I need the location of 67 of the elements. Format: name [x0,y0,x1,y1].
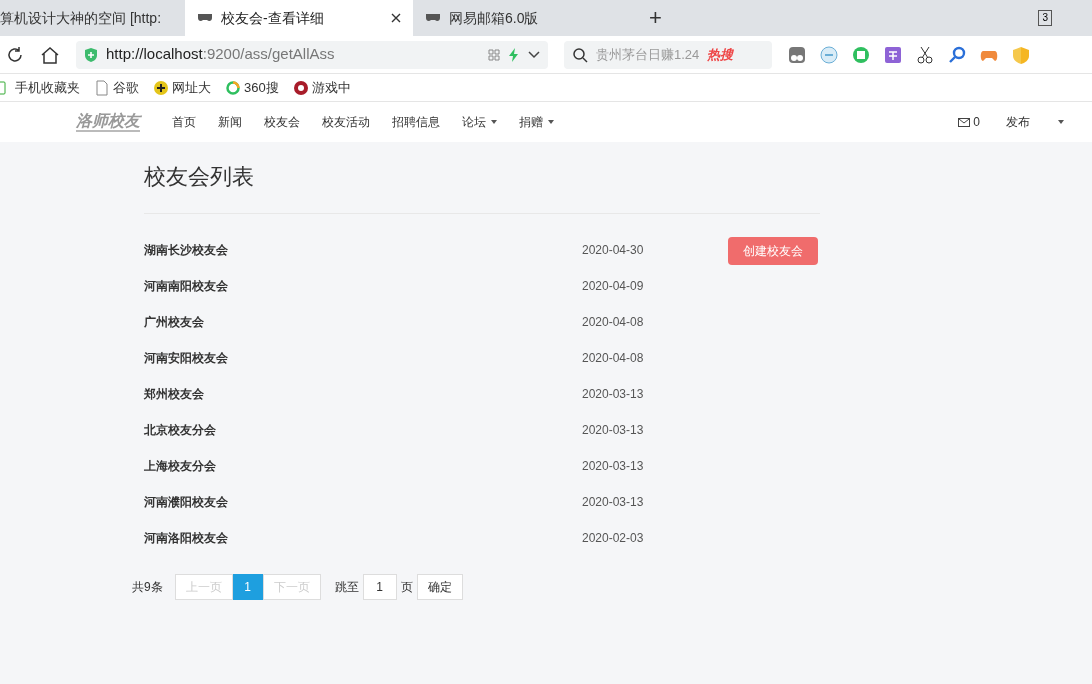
plus-circle-icon [153,79,169,96]
tab-title: 算机设计大神的空间 [http: [0,8,163,28]
nav-link[interactable]: 捐赠 [519,113,554,131]
date-text: 2020-03-13 [582,386,644,403]
nav-link[interactable]: 校友会 [264,113,300,131]
caret-icon [1058,120,1064,124]
association-name[interactable]: 河南安阳校友会 [144,349,582,367]
nav-link[interactable]: 校友活动 [322,113,370,131]
page-input[interactable]: 1 [362,574,397,600]
home-icon[interactable] [40,45,60,64]
association-name[interactable]: 河南洛阳校友会 [144,529,582,547]
chevron-down-icon[interactable] [528,50,540,59]
new-tab-button[interactable]: + [649,7,662,29]
page-icon [94,79,110,96]
nav-link[interactable]: 招聘信息 [392,113,440,131]
association-name[interactable]: 郑州校友会 [144,385,582,403]
date-text: 2020-02-03 [582,530,644,547]
minus-circle-icon[interactable] [820,45,838,64]
glasses-icon[interactable] [788,45,806,64]
nav-link[interactable]: 新闻 [218,113,242,131]
shield-icon [84,46,98,63]
date-text: 2020-03-13 [582,458,644,475]
bookmark-link[interactable]: 游戏中 [311,77,351,98]
reload-icon[interactable] [6,45,24,64]
nav-link[interactable]: 论坛 [462,113,497,131]
association-name[interactable]: 湖南长沙校友会 [144,241,582,259]
publish-menu[interactable]: 发布 [1006,113,1064,131]
total-count: 共9条 [132,579,163,596]
search-icon [572,46,588,63]
association-name[interactable]: 北京校友分会 [144,421,582,439]
address-bar[interactable]: http://localhost:9200/ass/getAllAss [76,40,548,69]
bookmark-link[interactable]: 谷歌 [113,77,139,98]
mail-icon[interactable] [958,117,971,127]
tab-count[interactable]: 3 [1038,10,1052,26]
bookmark-link[interactable]: 网址大 [172,77,211,98]
caret-icon [548,120,554,124]
ring-icon [225,79,241,96]
association-name[interactable]: 上海校友分会 [144,457,582,475]
date-text: 2020-04-09 [582,278,644,295]
browser-tab[interactable]: 校友会-查看详细 [185,0,413,36]
date-text: 2020-04-30 [582,242,644,259]
magnifier-icon[interactable] [948,45,966,64]
qr-icon[interactable] [488,48,500,61]
scissors-icon[interactable] [916,45,934,64]
caret-icon [491,120,497,124]
page-title: 校友会列表 [144,142,820,214]
bookmark-link[interactable]: 360搜 [244,77,279,98]
jump-label: 跳至 [334,579,359,596]
translate-icon[interactable] [884,45,902,64]
bookmark-link[interactable]: 手机收藏夹 [15,77,80,98]
round-logo-icon [292,79,309,96]
association-name[interactable]: 河南南阳校友会 [144,277,582,295]
date-text: 2020-04-08 [582,350,644,367]
date-text: 2020-03-13 [582,422,644,439]
message-count: 0 [973,114,980,131]
association-name[interactable]: 广州校友会 [144,313,582,331]
page-unit: 页 [400,579,413,596]
close-icon[interactable] [391,13,401,23]
mask-icon [197,13,213,23]
mask-icon [425,13,441,23]
date-text: 2020-04-08 [582,314,644,331]
nav-link[interactable]: 首页 [172,113,196,131]
tab-title: 校友会-查看详细 [221,8,325,28]
confirm-button[interactable]: 确定 [416,574,463,600]
date-text: 2020-03-13 [582,494,644,511]
tab-title: 网易邮箱6.0版 [449,8,540,28]
association-name[interactable]: 河南濮阳校友会 [144,493,582,511]
